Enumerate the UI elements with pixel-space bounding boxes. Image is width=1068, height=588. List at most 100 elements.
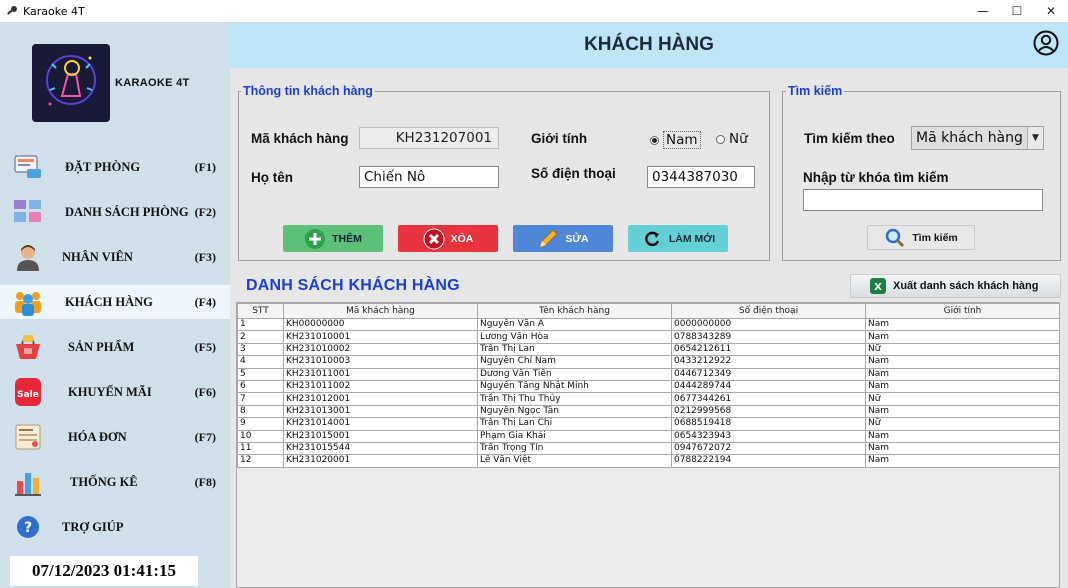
table-row[interactable]: 8 KH231013001 Nguyễn Ngọc Tân 0212999568 Nam bbox=[237, 404, 1060, 419]
maximize-button[interactable]: ☐ bbox=[1000, 0, 1034, 22]
nav-shortcut: (F6) bbox=[194, 384, 216, 399]
gender-male-radio[interactable]: Nam bbox=[650, 131, 701, 149]
nav-item-khuyen-mai[interactable]: Sale KHUYẾN MÃI (F6) bbox=[0, 375, 230, 409]
full-name-label: Họ tên bbox=[251, 170, 293, 185]
table-row[interactable]: 4 KH231010003 Nguyễn Chí Nam 0433212922 Nam bbox=[237, 355, 1060, 369]
nav-item-thong-ke[interactable]: THỐNG KÊ (F8) bbox=[0, 465, 230, 499]
nav-shortcut: (F2) bbox=[194, 204, 216, 219]
column-header[interactable]: Giới tính bbox=[865, 303, 1060, 319]
table-cell: Trần Thị Lan Chi bbox=[477, 417, 672, 431]
nav-label: KHUYẾN MÃI bbox=[68, 384, 152, 399]
table-row[interactable]: 6 KH231011002 Nguyễn Tăng Nhật Minh 0444289… bbox=[237, 379, 1060, 394]
delete-button[interactable]: XÓA bbox=[398, 225, 498, 252]
table-cell: KH231011002 bbox=[283, 379, 478, 394]
table-row[interactable]: 10 KH231015001 Phạm Gia Khải 0654323943 Nam bbox=[237, 429, 1060, 443]
table-cell: Lê Văn Việt bbox=[477, 454, 672, 468]
minimize-button[interactable]: — bbox=[966, 0, 1000, 22]
table-cell: 2 bbox=[237, 330, 284, 344]
table-cell: Nam bbox=[865, 441, 1060, 456]
table-cell: 10 bbox=[237, 429, 284, 443]
customer-list-title: DANH SÁCH KHÁCH HÀNG bbox=[246, 277, 460, 294]
table-cell: Phạm Gia Khải bbox=[477, 429, 672, 443]
delete-button-label: XÓA bbox=[450, 232, 474, 245]
phone-field[interactable]: 0344387030 bbox=[647, 166, 755, 188]
search-by-select[interactable]: Mã khách hàng ▼ bbox=[911, 126, 1044, 150]
nav-item-hoa-don[interactable]: HÓA ĐƠN (F7) bbox=[0, 420, 230, 454]
karaoke-logo bbox=[32, 44, 110, 122]
page-header: KHÁCH HÀNG bbox=[230, 22, 1068, 68]
nav-item-dat-phong[interactable]: ĐẶT PHÒNG (F1) bbox=[0, 150, 230, 184]
reset-button[interactable]: LÀM MỚI bbox=[628, 225, 728, 252]
table-cell: Nguyễn Tăng Nhật Minh bbox=[477, 379, 672, 394]
table-cell: 12 bbox=[237, 454, 284, 468]
nav-item-san-pham[interactable]: SẢN PHẨM (F5) bbox=[0, 330, 230, 364]
table-cell: 0788343289 bbox=[671, 330, 866, 344]
svg-text:Sale: Sale bbox=[17, 390, 39, 400]
sidebar: KARAOKE 4T ĐẶT PHÒNG (F1) DANH SÁCH PHÒN… bbox=[0, 22, 230, 588]
clock: 07/12/2023 01:41:15 bbox=[10, 556, 198, 586]
full-name-field[interactable]: Chiến Nô bbox=[359, 166, 499, 188]
nav-label: ĐẶT PHÒNG bbox=[65, 159, 141, 174]
table-row[interactable]: 5 KH231011001 Dương Văn Tiến 0446712349 Nam bbox=[237, 367, 1060, 381]
table-cell: 0000000000 bbox=[671, 317, 866, 332]
column-header[interactable]: Tên khách hàng bbox=[477, 303, 672, 319]
table-cell: 0654323943 bbox=[671, 429, 866, 443]
nav-shortcut: (F3) bbox=[194, 249, 216, 264]
edit-button[interactable]: SỬA bbox=[513, 225, 613, 252]
table-cell: 7 bbox=[237, 392, 284, 406]
table-row[interactable]: 12 KH231020001 Lê Văn Việt 0788222194 Nam bbox=[237, 454, 1060, 468]
table-row[interactable]: 2 KH231010001 Lương Văn Hòa 0788343289 Nam bbox=[237, 330, 1060, 344]
main-panel: KHÁCH HÀNG Thông tin khách hàng Mã khách… bbox=[230, 22, 1068, 588]
page-title: KHÁCH HÀNG bbox=[584, 34, 714, 55]
gender-male-label: Nam bbox=[663, 131, 701, 149]
statistics-chart-icon bbox=[12, 467, 44, 497]
table-row[interactable]: 9 KH231014001 Trần Thị Lan Chi 0688519418 Nữ bbox=[237, 417, 1060, 431]
nav-item-danh-sach-phong[interactable]: DANH SÁCH PHÒNG (F2) bbox=[0, 195, 230, 229]
export-customers-button[interactable]: X Xuất danh sách khách hàng bbox=[850, 274, 1061, 298]
nav-item-nhan-vien[interactable]: NHÂN VIÊN (F3) bbox=[0, 240, 230, 274]
keyword-input[interactable] bbox=[803, 189, 1043, 211]
search-button[interactable]: Tìm kiếm bbox=[867, 225, 975, 250]
add-button[interactable]: THÊM bbox=[283, 225, 383, 252]
nav-shortcut: (F7) bbox=[194, 429, 216, 444]
column-header[interactable]: Mã khách hàng bbox=[283, 303, 478, 319]
table-row[interactable]: 7 KH231012001 Trần Thị Thu Thủy 0677344261 N… bbox=[237, 392, 1060, 406]
table-cell: Nam bbox=[865, 429, 1060, 443]
table-cell: Lương Văn Hòa bbox=[477, 330, 672, 344]
reset-button-label: LÀM MỚI bbox=[668, 232, 716, 245]
table-cell: 0446712349 bbox=[671, 367, 866, 381]
table-row[interactable]: 1 KH00000000 Nguyễn Văn A 0000000000 Nam bbox=[237, 317, 1060, 332]
svg-text:?: ? bbox=[24, 520, 32, 536]
nav-label: KHÁCH HÀNG bbox=[65, 294, 153, 309]
search-button-label: Tìm kiếm bbox=[912, 231, 958, 244]
nav-item-tro-giup[interactable]: ? TRỢ GIÚP bbox=[0, 510, 230, 544]
column-header[interactable]: STT bbox=[237, 303, 284, 319]
user-account-icon[interactable] bbox=[1033, 30, 1059, 56]
customer-code-label: Mã khách hàng bbox=[251, 131, 349, 146]
employee-icon bbox=[12, 242, 44, 272]
table-cell: 3 bbox=[237, 342, 284, 357]
table-cell: KH00000000 bbox=[283, 317, 478, 332]
nav-item-khach-hang[interactable]: KHÁCH HÀNG (F4) bbox=[0, 285, 230, 319]
table-cell: Nam bbox=[865, 404, 1060, 419]
gender-female-radio[interactable]: Nữ bbox=[716, 131, 748, 147]
table-cell: 8 bbox=[237, 404, 284, 419]
radio-dot bbox=[650, 135, 659, 145]
customers-icon bbox=[12, 287, 44, 317]
table-row[interactable]: 3 KH231010002 Trần Thị Lan 0654212611 Nữ bbox=[237, 342, 1060, 357]
table-cell: 1 bbox=[237, 317, 284, 332]
svg-text:X: X bbox=[874, 282, 882, 293]
nav-shortcut: (F8) bbox=[194, 474, 216, 489]
column-header[interactable]: Số điện thoại bbox=[671, 303, 866, 319]
gender-female-label: Nữ bbox=[729, 131, 748, 147]
customer-table[interactable]: STT Mã khách hàng Tên khách hàng Số điện… bbox=[236, 302, 1060, 588]
invoice-icon bbox=[12, 422, 44, 452]
table-cell: 0688519418 bbox=[671, 417, 866, 431]
table-cell: Nguyễn Ngọc Tân bbox=[477, 404, 672, 419]
customer-code-field: KH231207001 bbox=[359, 127, 499, 149]
table-row[interactable]: 11 KH231015544 Trần Trọng Tín 0947672072 Nam bbox=[237, 441, 1060, 456]
table-cell: Nam bbox=[865, 367, 1060, 381]
close-button[interactable]: ✕ bbox=[1034, 0, 1068, 22]
table-cell: 0947672072 bbox=[671, 441, 866, 456]
radio-dot bbox=[716, 134, 725, 144]
